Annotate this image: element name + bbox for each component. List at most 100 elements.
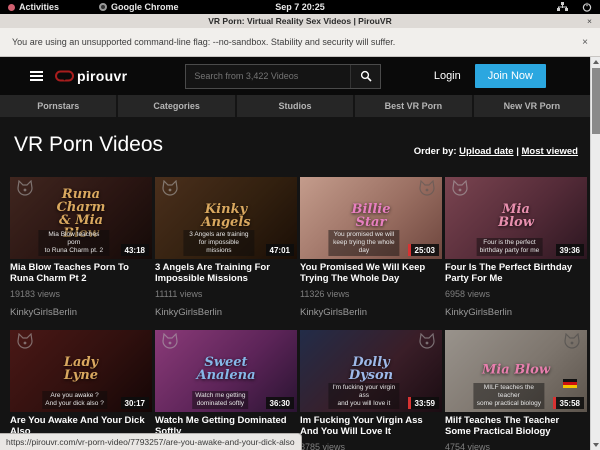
video-title[interactable]: 3 Angels Are Training For Impossible Mis… bbox=[155, 263, 297, 284]
duration-badge: 33:59 bbox=[408, 397, 439, 409]
studio-cat-logo-icon bbox=[15, 333, 35, 351]
infobar-close-icon[interactable]: × bbox=[582, 37, 588, 48]
duration-badge: 30:17 bbox=[121, 397, 149, 409]
tab-close-icon[interactable]: × bbox=[587, 16, 592, 26]
studio-cat-logo-icon bbox=[417, 333, 437, 351]
logo-text: pirouvr bbox=[77, 68, 127, 84]
video-title[interactable]: Mia Blow Teaches Porn To Runa Charm Pt 2 bbox=[10, 263, 152, 284]
studio-cat-logo-icon bbox=[160, 180, 180, 198]
video-card: Lady Lyne Are you awake ? And your dick … bbox=[10, 330, 152, 450]
activities-button[interactable]: Activities bbox=[19, 2, 59, 12]
order-by: Order by: Upload date | Most viewed bbox=[414, 146, 578, 157]
video-thumbnail[interactable]: Mia Blow Four is the perfect birthday pa… bbox=[445, 177, 587, 259]
thumb-caption: You promised we will keep trying the who… bbox=[328, 230, 399, 256]
video-card: Billie Star You promised we will keep tr… bbox=[300, 177, 442, 318]
thumb-caption: Watch me getting dominated softly bbox=[192, 391, 248, 409]
thumb-overlay-title: Mia Blow bbox=[482, 363, 550, 376]
duration-badge: 39:36 bbox=[556, 244, 584, 256]
view-count: 19183 views bbox=[10, 289, 152, 299]
video-title[interactable]: Milf Teaches The Teacher Some Practical … bbox=[445, 416, 587, 437]
browser-scrollbar[interactable] bbox=[590, 57, 600, 450]
video-thumbnail[interactable]: Billie Star You promised we will keep tr… bbox=[300, 177, 442, 259]
status-url-bubble: https://pirouvr.com/vr-porn-video/779325… bbox=[0, 433, 302, 450]
chrome-infobar: You are using an unsupported command-lin… bbox=[0, 28, 600, 57]
video-title[interactable]: You Promised We Will Keep Trying The Who… bbox=[300, 263, 442, 284]
tab-title: VR Porn: Virtual Reality Sex Videos | Pi… bbox=[208, 16, 391, 26]
site-header: pirouvr Login Join Now bbox=[0, 57, 600, 95]
video-thumbnail[interactable]: Kinky Angels 3 Angels are training for i… bbox=[155, 177, 297, 259]
order-by-label: Order by: bbox=[414, 146, 457, 157]
search-input[interactable] bbox=[186, 65, 350, 88]
power-icon[interactable] bbox=[582, 2, 592, 12]
video-card: Sweet Analena Watch me getting dominated… bbox=[155, 330, 297, 450]
join-now-button[interactable]: Join Now bbox=[475, 64, 546, 88]
scrollbar-down-arrow-icon[interactable] bbox=[591, 440, 600, 450]
german-flag-icon bbox=[563, 379, 577, 388]
video-thumbnail[interactable]: Dolly Dyson I'm fucking your virgin ass … bbox=[300, 330, 442, 412]
nav-item-best-vr-porn[interactable]: Best VR Porn bbox=[355, 95, 471, 117]
search-box bbox=[185, 64, 381, 89]
video-thumbnail[interactable]: Lady Lyne Are you awake ? And your dick … bbox=[10, 330, 152, 412]
thumb-overlay-title: Dolly Dyson bbox=[349, 356, 393, 382]
video-card: Dolly Dyson I'm fucking your virgin ass … bbox=[300, 330, 442, 450]
duration-badge: 43:18 bbox=[121, 244, 149, 256]
view-count: 4754 views bbox=[445, 442, 587, 450]
video-grid: Runa Charm & Mia Blow Mia Blow teaches p… bbox=[0, 177, 600, 450]
main-nav: Pornstars Categories Studios Best VR Por… bbox=[0, 95, 600, 117]
studio-link[interactable]: KinkyGirlsBerlin bbox=[300, 307, 442, 318]
video-card: Mia Blow Four is the perfect birthday pa… bbox=[445, 177, 587, 318]
video-title[interactable]: Four Is The Perfect Birthday Party For M… bbox=[445, 263, 587, 284]
site-logo[interactable]: pirouvr bbox=[55, 68, 127, 84]
order-upload-date-link[interactable]: Upload date bbox=[459, 146, 513, 157]
studio-link[interactable]: KinkyGirlsBerlin bbox=[10, 307, 152, 318]
nav-item-categories[interactable]: Categories bbox=[118, 95, 234, 117]
search-button[interactable] bbox=[350, 65, 380, 88]
order-most-viewed-link[interactable]: Most viewed bbox=[522, 146, 579, 157]
nav-item-studios[interactable]: Studios bbox=[237, 95, 353, 117]
video-thumbnail[interactable]: Mia Blow MILF teaches the teacher some p… bbox=[445, 330, 587, 412]
nav-item-pornstars[interactable]: Pornstars bbox=[0, 95, 116, 117]
duration-badge: 35:58 bbox=[553, 397, 584, 409]
video-thumbnail[interactable]: Runa Charm & Mia Blow Mia Blow teaches p… bbox=[10, 177, 152, 259]
thumb-overlay-title: Mia Blow bbox=[498, 203, 534, 229]
login-link[interactable]: Login bbox=[434, 70, 461, 82]
video-card: Runa Charm & Mia Blow Mia Blow teaches p… bbox=[10, 177, 152, 318]
thumb-overlay-title: Kinky Angels bbox=[201, 203, 250, 229]
thumb-caption: MILF teaches the teacher some practical … bbox=[473, 383, 544, 409]
thumb-caption: Are you awake ? And your dick also ? bbox=[42, 391, 107, 409]
nav-item-new-vr-porn[interactable]: New VR Porn bbox=[474, 95, 590, 117]
video-card: Kinky Angels 3 Angels are training for i… bbox=[155, 177, 297, 318]
vr-headset-icon bbox=[55, 70, 74, 82]
network-icon[interactable] bbox=[557, 2, 568, 12]
view-count: 11326 views bbox=[300, 289, 442, 299]
menu-hamburger-icon[interactable] bbox=[30, 71, 43, 81]
page-heading-row: VR Porn Videos Order by: Upload date | M… bbox=[0, 117, 600, 157]
thumb-caption: 3 Angels are training for impossible mis… bbox=[183, 230, 254, 256]
duration-badge: 36:30 bbox=[266, 397, 294, 409]
studio-cat-logo-icon bbox=[15, 180, 35, 198]
chrome-icon bbox=[99, 3, 107, 11]
view-count: 11111 views bbox=[155, 289, 297, 299]
thumb-caption: I'm fucking your virgin ass and you will… bbox=[328, 383, 399, 409]
studio-cat-logo-icon bbox=[160, 333, 180, 351]
thumb-overlay-title: Lady Lyne bbox=[64, 356, 98, 382]
scrollbar-thumb[interactable] bbox=[592, 68, 600, 134]
thumb-overlay-title: Sweet Analena bbox=[196, 356, 255, 382]
studio-link[interactable]: KinkyGirlsBerlin bbox=[445, 307, 587, 318]
view-count: 6958 views bbox=[445, 289, 587, 299]
page-title: VR Porn Videos bbox=[14, 133, 163, 157]
view-count: 8785 views bbox=[300, 442, 442, 450]
video-thumbnail[interactable]: Sweet Analena Watch me getting dominated… bbox=[155, 330, 297, 412]
studio-cat-logo-icon bbox=[562, 333, 582, 351]
thumb-overlay-title: Billie Star bbox=[351, 203, 390, 229]
studio-link[interactable]: KinkyGirlsBerlin bbox=[155, 307, 297, 318]
duration-badge: 25:03 bbox=[408, 244, 439, 256]
clock[interactable]: Sep 7 20:25 bbox=[275, 2, 325, 12]
system-top-bar: Activities Google Chrome Sep 7 20:25 bbox=[0, 0, 600, 14]
video-title[interactable]: Im Fucking Your Virgin Ass And You Will … bbox=[300, 416, 442, 437]
browser-tab-bar[interactable]: VR Porn: Virtual Reality Sex Videos | Pi… bbox=[0, 14, 600, 28]
focused-app-menu[interactable]: Google Chrome bbox=[111, 2, 179, 12]
scrollbar-up-arrow-icon[interactable] bbox=[591, 57, 600, 67]
thumb-caption: Mia Blow teaches porn to Runa Charm pt. … bbox=[38, 230, 109, 256]
order-separator: | bbox=[516, 146, 519, 157]
